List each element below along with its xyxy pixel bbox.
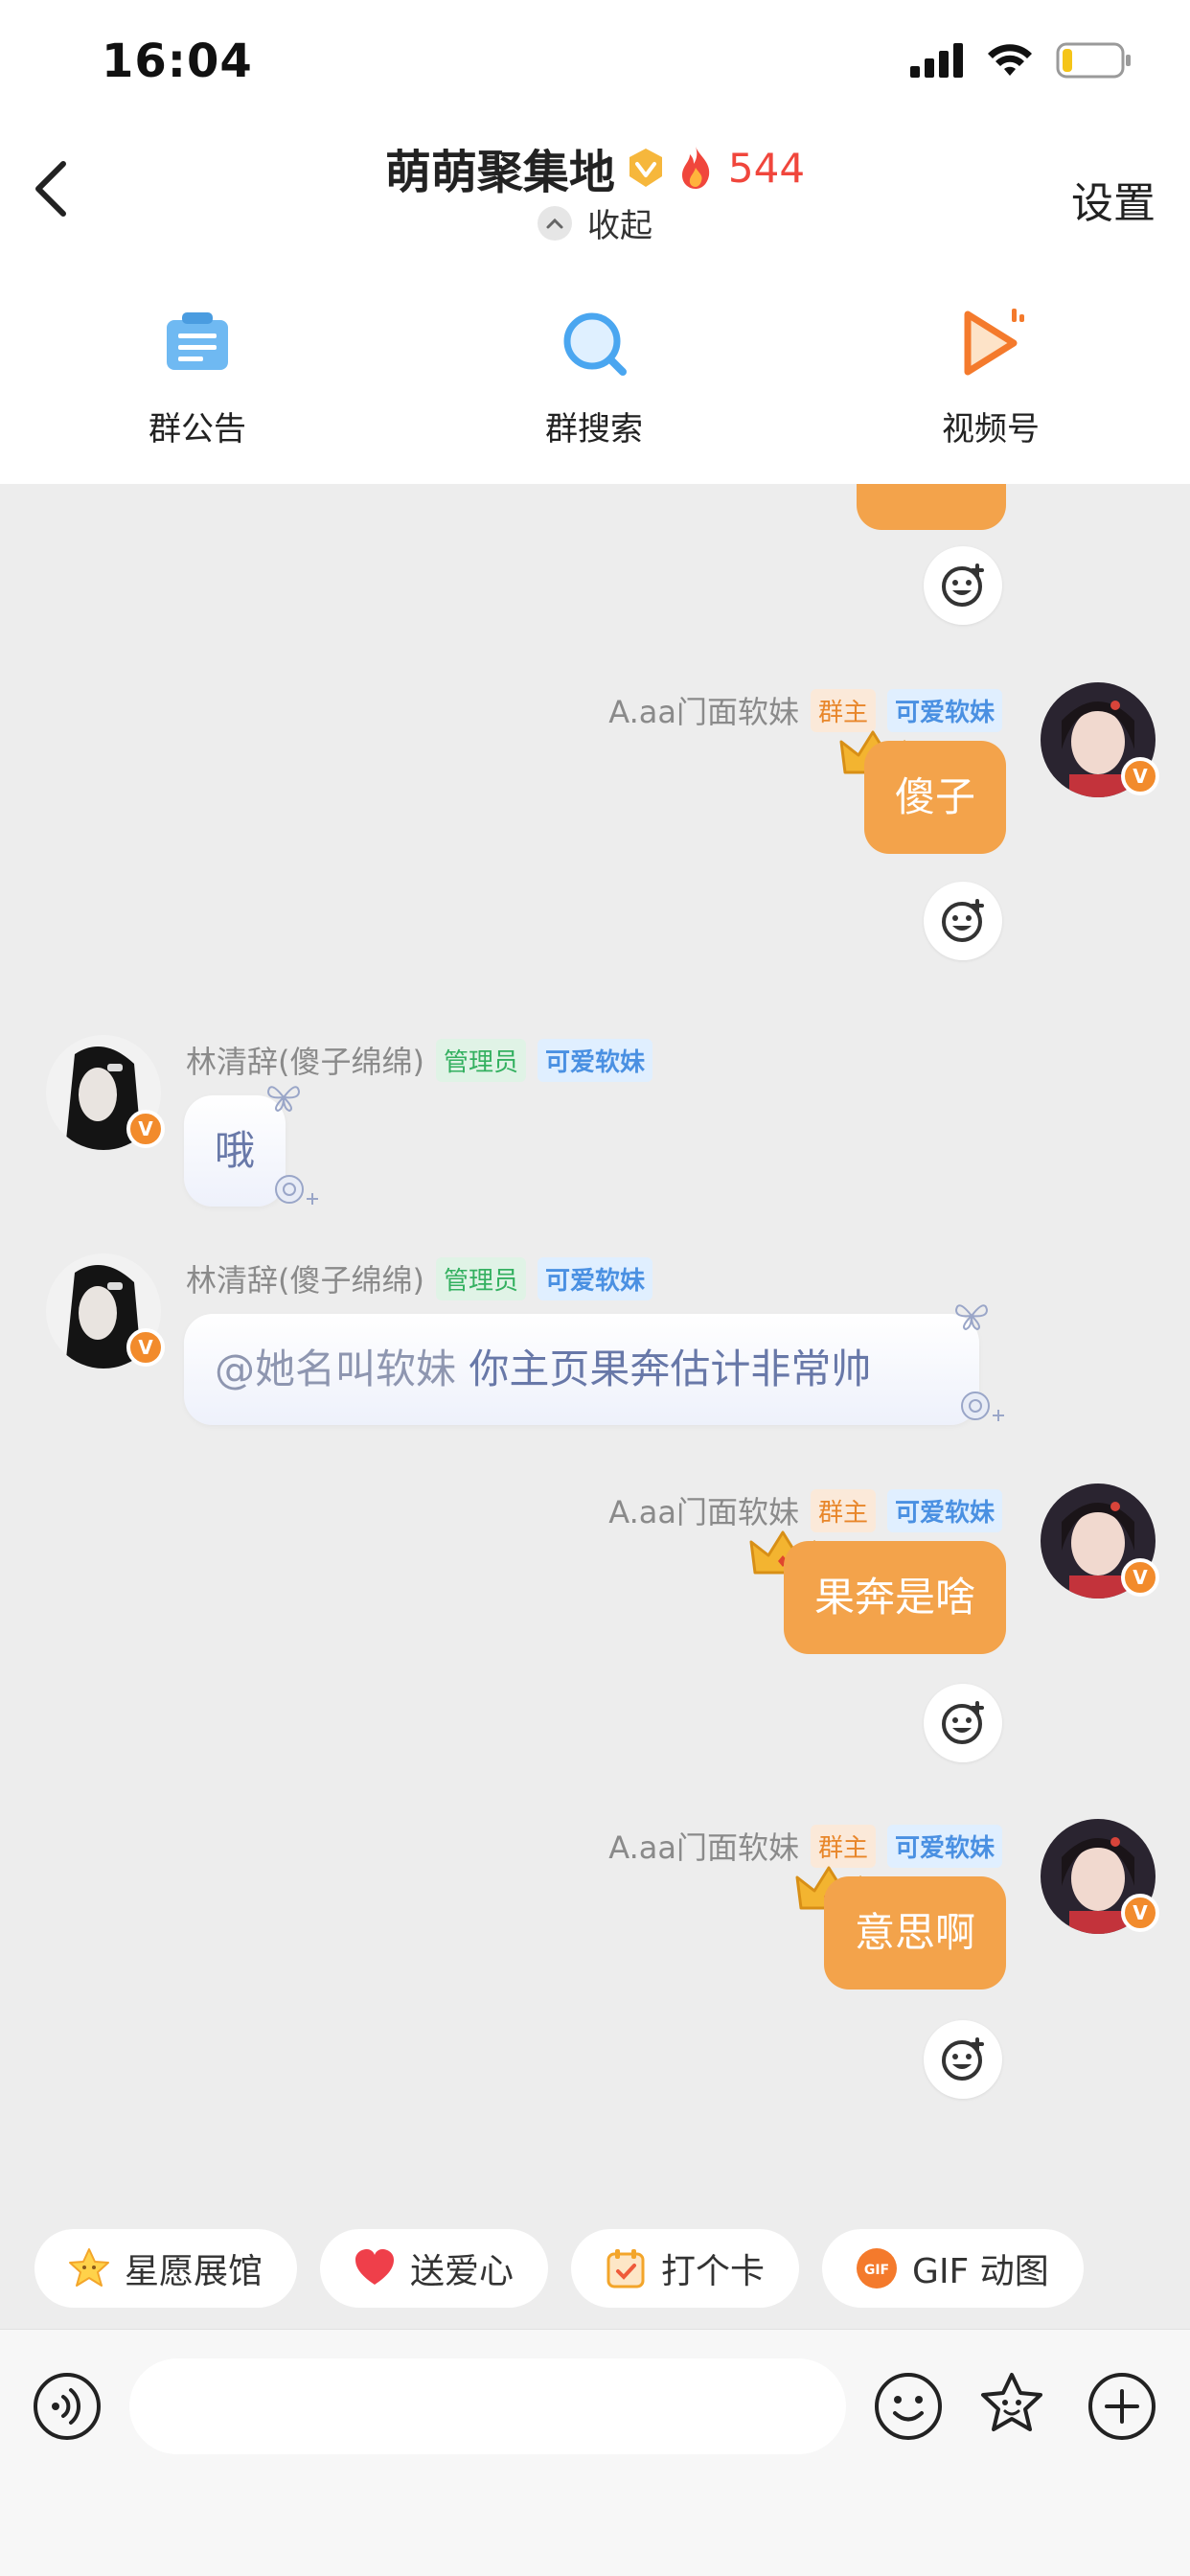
status-time: 16:04: [102, 34, 253, 88]
butterfly-icon: [266, 1086, 301, 1113]
emoji-add-icon: [942, 564, 984, 607]
quick-action-video[interactable]: 视频号: [885, 305, 1096, 449]
message-input[interactable]: [129, 2358, 846, 2454]
status-icons: [910, 42, 1133, 79]
sender-name: A.aa门面软妹: [608, 1829, 799, 1866]
wifi-icon: [988, 44, 1032, 76]
verified-v-icon: V: [126, 1110, 165, 1148]
chat-message-list[interactable]: A.aa门面软妹 群主 可爱软妹 V 傻子 V 林清辞(傻子绵绵) 管理员 可爱…: [0, 484, 1190, 2324]
title-badge: 可爱软妹: [538, 1256, 653, 1300]
emoji-add-icon: [942, 2037, 984, 2081]
add-reaction-button[interactable]: [924, 546, 1002, 625]
verified-badge-icon: [629, 149, 662, 187]
chip-star-gallery[interactable]: 星愿展馆: [34, 2229, 298, 2308]
role-badge: 群主: [810, 1824, 876, 1868]
group-title-row: 萌萌聚集地 544: [0, 134, 1190, 201]
announcement-icon: [167, 312, 228, 370]
checkin-icon: [606, 2249, 645, 2288]
title-badge: 可爱软妹: [886, 1488, 1002, 1532]
search-icon: [563, 312, 627, 376]
emoji-add-icon: [942, 1701, 984, 1744]
verified-v-icon: V: [1121, 1558, 1159, 1597]
mention-tag[interactable]: @她名叫软妹: [215, 1346, 456, 1392]
message-sender-row: A.aa门面软妹 群主 可爱软妹: [608, 1824, 1002, 1868]
role-badge: 群主: [810, 688, 876, 732]
quick-action-announcement[interactable]: 群公告: [92, 305, 303, 449]
message-sender-row: 林清辞(傻子绵绵) 管理员 可爱软妹: [186, 1038, 653, 1082]
title-badge: 可爱软妹: [538, 1038, 653, 1082]
sticker-icon[interactable]: [975, 2370, 1048, 2443]
chip-check-in[interactable]: 打个卡: [571, 2229, 800, 2308]
signal-icon: [910, 43, 963, 78]
title-badge: 可爱软妹: [886, 1824, 1002, 1868]
star-icon: [69, 2248, 109, 2287]
message-bubble-partial[interactable]: [857, 484, 1006, 530]
sender-name: A.aa门面软妹: [608, 694, 799, 730]
heart-icon: [355, 2249, 395, 2285]
quick-action-search[interactable]: 群搜索: [489, 305, 699, 449]
flower-decor-icon: [961, 1392, 1004, 1421]
add-reaction-button[interactable]: [924, 882, 1002, 960]
message-sender-row: 林清辞(傻子绵绵) 管理员 可爱软妹: [186, 1256, 653, 1300]
battery-icon: [1056, 42, 1131, 79]
message-bubble[interactable]: 果奔是啥: [783, 1541, 1006, 1654]
verified-v-icon: V: [1121, 757, 1159, 795]
chevron-up-icon: [538, 205, 572, 241]
avatar[interactable]: V: [1041, 682, 1159, 797]
chip-label: GIF 动图: [912, 2252, 1049, 2291]
group-title: 萌萌聚集地: [384, 146, 615, 199]
emoji-icon[interactable]: [872, 2370, 945, 2443]
svg-text:GIF: GIF: [864, 2263, 889, 2278]
avatar[interactable]: V: [46, 1035, 165, 1150]
role-badge: 管理员: [435, 1038, 526, 1082]
top-header: 16:04 萌萌聚集地 544 收起 设置 群公告 群搜索 视频号: [0, 0, 1190, 484]
avatar[interactable]: V: [1041, 1484, 1159, 1598]
settings-button[interactable]: 设置: [1071, 169, 1156, 230]
role-badge: 群主: [810, 1488, 876, 1532]
chip-label: 星愿展馆: [125, 2252, 263, 2291]
voice-icon[interactable]: [31, 2370, 103, 2443]
group-heat-count: 544: [727, 144, 806, 192]
emoji-add-icon: [942, 899, 984, 942]
title-badge: 可爱软妹: [886, 688, 1002, 732]
quick-action-label: 视频号: [942, 410, 1040, 448]
message-bubble[interactable]: 意思啊: [823, 1876, 1006, 1990]
add-reaction-button[interactable]: [924, 1684, 1002, 1762]
feature-chip-row: 星愿展馆 送爱心 打个卡 GIF GIF 动图: [34, 2229, 1084, 2308]
plus-icon[interactable]: [1086, 2370, 1158, 2443]
collapse-label: 收起: [587, 207, 652, 245]
verified-v-icon: V: [1121, 1894, 1159, 1932]
chip-send-love[interactable]: 送爱心: [320, 2229, 549, 2308]
gif-icon: GIF: [857, 2248, 898, 2288]
video-channel-icon: [964, 309, 1024, 376]
sender-name: 林清辞(傻子绵绵): [186, 1262, 424, 1299]
message-sender-row: A.aa门面软妹 群主 可爱软妹: [608, 688, 1002, 732]
verified-v-icon: V: [126, 1328, 165, 1367]
message-text: 你主页果奔估计非常帅: [469, 1346, 872, 1392]
message-bubble[interactable]: 傻子: [863, 741, 1006, 854]
butterfly-icon: [954, 1304, 989, 1331]
role-badge: 管理员: [435, 1256, 526, 1300]
quick-action-label: 群公告: [149, 410, 246, 448]
flower-decor-icon: [275, 1175, 318, 1205]
message-sender-row: A.aa门面软妹 群主 可爱软妹: [608, 1488, 1002, 1532]
message-bubble[interactable]: @她名叫软妹 你主页果奔估计非常帅: [184, 1314, 979, 1425]
avatar[interactable]: V: [1041, 1819, 1159, 1934]
chip-label: 送爱心: [410, 2252, 515, 2291]
sender-name: 林清辞(傻子绵绵): [186, 1044, 424, 1080]
input-bar: [0, 2329, 1190, 2576]
collapse-toggle[interactable]: 收起: [0, 199, 1190, 246]
fire-icon: [681, 147, 710, 189]
avatar[interactable]: V: [46, 1254, 165, 1368]
chip-label: 打个卡: [661, 2252, 766, 2291]
chip-gif[interactable]: GIF GIF 动图: [822, 2229, 1084, 2308]
add-reaction-button[interactable]: [924, 2020, 1002, 2099]
sender-name: A.aa门面软妹: [608, 1494, 799, 1530]
quick-action-label: 群搜索: [545, 410, 643, 448]
